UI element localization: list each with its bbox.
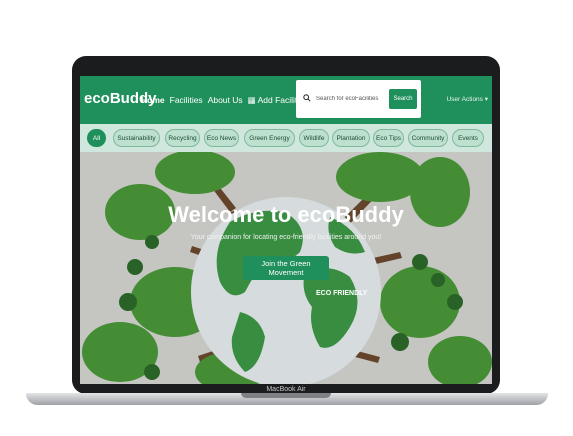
nav-link-add-facility-label: Add Facility bbox=[257, 95, 302, 105]
category-bar: All Sustainability Recycling Eco News Gr… bbox=[80, 124, 492, 152]
category-chip-plantation[interactable]: Plantation bbox=[332, 129, 370, 147]
nav-links: Home Facilities About Us ▦ Add Facility bbox=[141, 95, 302, 106]
category-chip-eco-tips[interactable]: Eco Tips bbox=[373, 129, 404, 147]
category-chip-wildlife[interactable]: Wildlife bbox=[299, 129, 329, 147]
category-chip-sustainability[interactable]: Sustainability bbox=[113, 129, 160, 147]
category-chip-events[interactable]: Events bbox=[452, 129, 484, 147]
nav-link-home[interactable]: Home bbox=[141, 95, 165, 106]
user-actions-dropdown[interactable]: User Actions ▾ bbox=[446, 95, 488, 103]
join-green-movement-button[interactable]: Join the Green Movement bbox=[243, 256, 329, 280]
laptop-notch bbox=[241, 393, 331, 398]
navbar: ecoBuddy Home Facilities About Us ▦ Add … bbox=[80, 76, 492, 124]
category-chip-eco-news[interactable]: Eco News bbox=[204, 129, 239, 147]
laptop-screen: ecoBuddy Home Facilities About Us ▦ Add … bbox=[80, 76, 492, 384]
nav-link-facilities[interactable]: Facilities bbox=[170, 95, 203, 106]
hero-section: Welcome to ecoBuddy Your companion for l… bbox=[80, 152, 492, 384]
nav-link-about-us[interactable]: About Us bbox=[208, 95, 243, 106]
search-icon bbox=[303, 94, 311, 102]
nav-link-add-facility[interactable]: ▦ Add Facility bbox=[248, 95, 302, 106]
search-button[interactable]: Search bbox=[389, 89, 417, 109]
search-box: Search bbox=[296, 80, 421, 118]
category-chip-recycling[interactable]: Recycling bbox=[165, 129, 200, 147]
search-input[interactable] bbox=[316, 92, 386, 106]
device-label: MacBook Air bbox=[266, 386, 306, 393]
hero-subtitle: Your companion for locating eco-friendly… bbox=[190, 234, 382, 241]
building-icon: ▦ bbox=[247, 95, 256, 105]
category-chip-green-energy[interactable]: Green Energy bbox=[244, 129, 295, 147]
category-chip-all[interactable]: All bbox=[87, 129, 106, 147]
eco-friendly-badge: ECO FRIENDLY bbox=[316, 290, 368, 297]
hero-title: Welcome to ecoBuddy bbox=[168, 202, 404, 227]
category-chip-community[interactable]: Community bbox=[408, 129, 448, 147]
